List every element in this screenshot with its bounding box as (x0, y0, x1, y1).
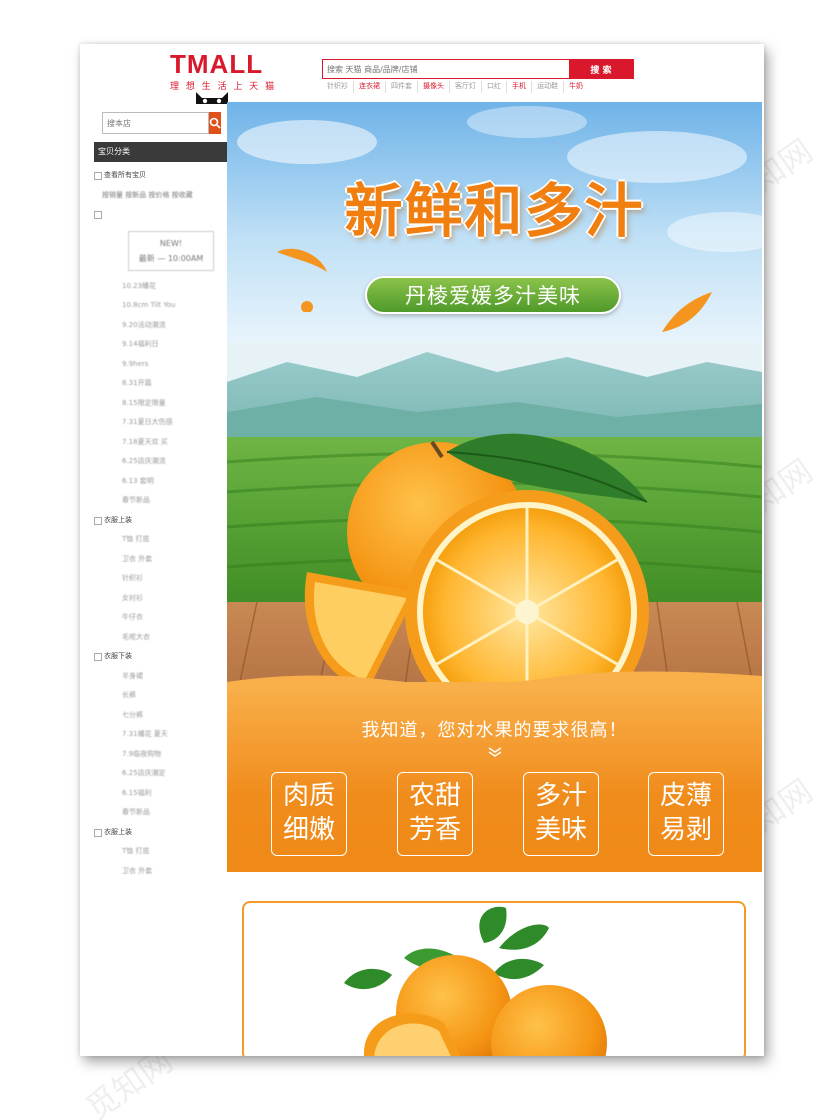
category-list: 查看所有宝贝 按销量 按新品 按价格 按收藏 NEW! 最新 — 10:00AM… (94, 166, 227, 881)
category-item[interactable]: 卫衣 外套 (94, 550, 227, 570)
orange-fruit-illustration (344, 906, 607, 1056)
feature-list: 肉质 细嫩 农甜 芳香 多汁 美味 皮薄 易剥 (271, 772, 751, 858)
chevron-down-icon (488, 747, 502, 757)
hot-link[interactable]: 牛奶 (564, 81, 588, 93)
category-group[interactable]: 衣服上装 (94, 511, 227, 531)
category-group[interactable]: 衣服上装 (94, 823, 227, 843)
site-search-input[interactable] (323, 60, 569, 78)
feature-line2: 易剥 (659, 815, 712, 845)
category-item[interactable]: 6.25店庆潮流 (94, 452, 227, 472)
hot-search-links: 针织衫 连衣裙 四件套 摄像头 客厅灯 口红 手机 运动鞋 牛奶 (322, 81, 642, 93)
category-item[interactable]: 春节新品 (94, 803, 227, 823)
category-item[interactable]: T恤 打底 (94, 842, 227, 862)
shop-sidebar: 宝贝分类 查看所有宝贝 按销量 按新品 按价格 按收藏 NEW! 最新 — 10… (94, 104, 227, 1056)
category-item[interactable]: 8.31开篇 (94, 374, 227, 394)
category-empty (94, 205, 227, 225)
hot-link[interactable]: 客厅灯 (450, 81, 482, 93)
category-item[interactable]: 七分裤 (94, 706, 227, 726)
category-item[interactable]: 卫衣 外套 (94, 862, 227, 882)
shop-search-input[interactable] (102, 112, 209, 134)
sort-tags[interactable]: 按销量 按新品 按价格 按收藏 (94, 186, 227, 206)
feature-card: 皮薄 易剥 (648, 772, 724, 856)
feature-card: 农甜 芳香 (397, 772, 473, 856)
category-item[interactable]: 9.9hers (94, 355, 227, 375)
category-item[interactable]: 7.31夏日大伤感 (94, 413, 227, 433)
shop-search-button[interactable] (209, 112, 221, 134)
category-item[interactable]: 女衬衫 (94, 589, 227, 609)
feature-card: 肉质 细嫩 (271, 772, 347, 856)
category-item[interactable]: 6.13 套明 (94, 472, 227, 492)
hot-link[interactable]: 针织衫 (322, 81, 354, 93)
feature-line2: 细嫩 (282, 815, 335, 845)
category-item[interactable]: 7.18夏天欢 买 (94, 433, 227, 453)
hot-link[interactable]: 口红 (482, 81, 507, 93)
category-item[interactable]: 8.15限定限量 (94, 394, 227, 414)
new-badge-time: 最新 — 10:00AM (138, 253, 204, 263)
site-search: 搜 索 (322, 59, 634, 79)
category-item[interactable]: 7.9临夜购物 (94, 745, 227, 765)
category-all[interactable]: 查看所有宝贝 (94, 166, 227, 186)
band-wave (227, 671, 762, 692)
banner-tagline: 我知道，您对水果的要求很高！ (361, 720, 628, 741)
feature-line1: 多汁 (534, 781, 587, 811)
new-badge-title: NEW! (159, 238, 183, 248)
banner-subtitle: 丹棱爱媛多汁美味 (365, 276, 621, 314)
hot-link[interactable]: 手机 (507, 81, 532, 93)
category-item[interactable]: 6.15福利 (94, 784, 227, 804)
feature-line1: 农甜 (408, 781, 461, 811)
header-bar: TMALL 理 想 生 活 上 天 猫 搜 索 针织衫 连衣裙 四件套 摄像头 … (80, 44, 764, 106)
category-group[interactable]: 衣服下装 (94, 647, 227, 667)
category-header: 宝贝分类 (94, 142, 227, 162)
hot-link[interactable]: 摄像头 (418, 81, 450, 93)
juice-splash-right (662, 292, 712, 332)
feature-line2: 芳香 (408, 815, 461, 845)
banner-headline: 新鲜和多汁 (344, 177, 645, 245)
shop-search (102, 112, 221, 134)
tmall-logo[interactable]: TMALL 理 想 生 活 上 天 猫 (170, 49, 290, 92)
hot-link[interactable]: 四件套 (386, 81, 418, 93)
hot-link[interactable]: 运动鞋 (532, 81, 564, 93)
category-item[interactable]: 10.8cm Tilt You (94, 296, 227, 316)
category-item[interactable]: 牛仔衣 (94, 608, 227, 628)
feature-line2: 美味 (534, 815, 587, 845)
category-item[interactable]: 毛呢大衣 (94, 628, 227, 648)
category-item[interactable]: 10.23幡花 (94, 277, 227, 297)
category-item[interactable]: T恤 打底 (94, 530, 227, 550)
category-item[interactable]: 9.14福利日 (94, 335, 227, 355)
category-item[interactable]: 长裤 (94, 686, 227, 706)
logo-text: TMALL (170, 49, 264, 79)
product-banner: 新鲜和多汁 丹棱爱媛多汁美味 我知道，您对水果的要求很高！ 肉质 细嫩 农甜 芳… (227, 102, 762, 872)
feature-line1: 皮薄 (659, 781, 712, 811)
new-arrival-badge[interactable]: NEW! 最新 — 10:00AM (128, 230, 214, 271)
site-search-button[interactable]: 搜 索 (569, 60, 633, 78)
category-item[interactable]: 7.31幡花 夏天 (94, 725, 227, 745)
category-item[interactable]: 9.20活动潮流 (94, 316, 227, 336)
category-item[interactable]: 6.25店庆潮定 (94, 764, 227, 784)
product-card[interactable] (242, 901, 746, 1056)
hot-link[interactable]: 连衣裙 (354, 81, 386, 93)
feature-line1: 肉质 (282, 781, 335, 811)
search-icon (209, 117, 221, 129)
category-item[interactable]: 春节新品 (94, 491, 227, 511)
feature-card: 多汁 美味 (523, 772, 599, 856)
category-item[interactable]: 半身裙 (94, 667, 227, 687)
tmall-shop-page: TMALL 理 想 生 活 上 天 猫 搜 索 针织衫 连衣裙 四件套 摄像头 … (80, 44, 764, 1056)
category-item[interactable]: 针织衫 (94, 569, 227, 589)
